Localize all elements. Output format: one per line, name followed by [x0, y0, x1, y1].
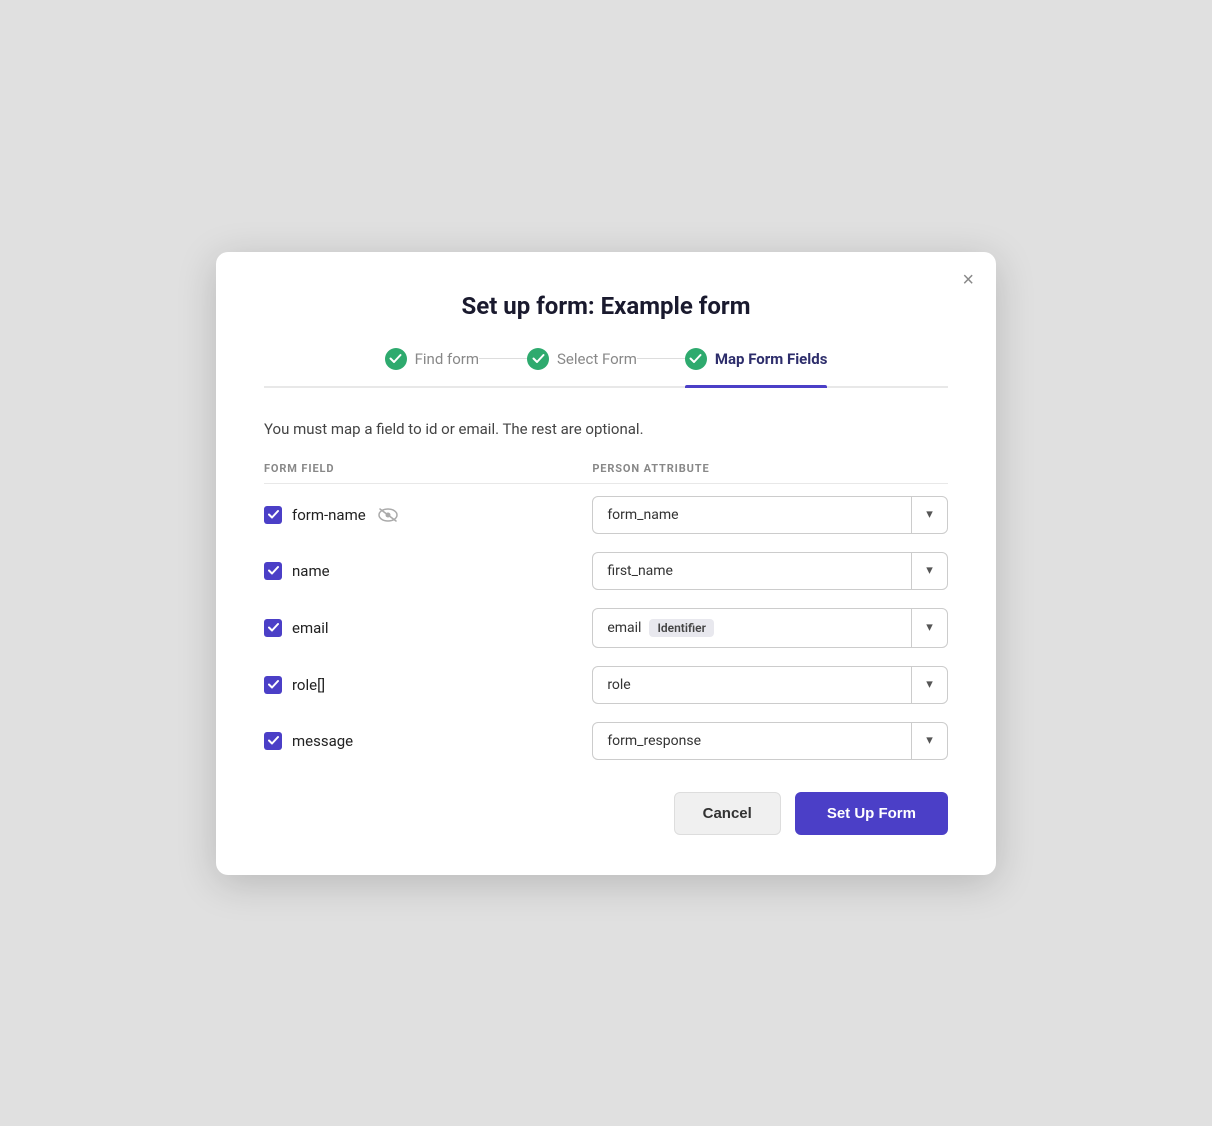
- close-button[interactable]: ×: [962, 270, 974, 290]
- step-map-fields-check: [685, 348, 707, 370]
- field-left-name: name: [264, 562, 592, 580]
- person-attr-header: PERSON ATTRIBUTE: [592, 462, 948, 475]
- step-map-fields-label: Map Form Fields: [715, 350, 828, 368]
- step-find-form-label: Find form: [415, 350, 479, 368]
- step-select-form-label: Select Form: [557, 350, 637, 368]
- checkbox-check-icon: [268, 679, 279, 690]
- steps-nav: Find form Select Form Map Form Fields: [264, 348, 948, 388]
- select-arrow-name[interactable]: ▾: [911, 553, 947, 589]
- description-text: You must map a field to id or email. The…: [264, 420, 948, 438]
- setup-form-button[interactable]: Set Up Form: [795, 792, 948, 835]
- field-left-message: message: [264, 732, 592, 750]
- field-name-name: name: [292, 562, 330, 580]
- select-arrow-email[interactable]: ▾: [911, 609, 947, 647]
- select-name[interactable]: first_name ▾: [592, 552, 948, 590]
- field-row-email: email email Identifier ▾: [264, 608, 948, 648]
- field-right-role: role ▾: [592, 666, 948, 704]
- footer: Cancel Set Up Form: [264, 792, 948, 835]
- select-value-name: first_name: [593, 553, 911, 589]
- field-right-email: email Identifier ▾: [592, 608, 948, 648]
- step-separator-1: [479, 358, 527, 359]
- field-right-message: form_response ▾: [592, 722, 948, 760]
- select-value-email: email Identifier: [593, 609, 911, 647]
- field-name-message: message: [292, 732, 353, 750]
- form-field-header: FORM FIELD: [264, 462, 592, 475]
- field-row-role: role[] role ▾: [264, 666, 948, 704]
- select-value-role: role: [593, 667, 911, 703]
- checkbox-email[interactable]: [264, 619, 282, 637]
- step-map-fields[interactable]: Map Form Fields: [685, 348, 828, 386]
- field-left-form-name: form-name: [264, 506, 592, 524]
- identifier-badge: Identifier: [649, 619, 713, 637]
- checkbox-role[interactable]: [264, 676, 282, 694]
- select-form-name[interactable]: form_name ▾: [592, 496, 948, 534]
- fields-header: FORM FIELD PERSON ATTRIBUTE: [264, 462, 948, 484]
- setup-form-modal: × Set up form: Example form Find form Se…: [216, 252, 996, 875]
- checkbox-check-icon: [268, 509, 279, 520]
- select-arrow-form-name[interactable]: ▾: [911, 497, 947, 533]
- checkmark-icon: [689, 352, 702, 365]
- select-message[interactable]: form_response ▾: [592, 722, 948, 760]
- select-arrow-message[interactable]: ▾: [911, 723, 947, 759]
- checkbox-check-icon: [268, 735, 279, 746]
- select-role[interactable]: role ▾: [592, 666, 948, 704]
- select-arrow-role[interactable]: ▾: [911, 667, 947, 703]
- eye-off-icon[interactable]: [378, 508, 398, 522]
- field-row-form-name: form-name form_name ▾: [264, 496, 948, 534]
- checkbox-check-icon: [268, 622, 279, 633]
- field-row-name: name first_name ▾: [264, 552, 948, 590]
- select-value-form-name: form_name: [593, 497, 911, 533]
- field-name-form-name: form-name: [292, 506, 366, 524]
- step-select-form-check: [527, 348, 549, 370]
- checkmark-icon: [532, 352, 545, 365]
- cancel-button[interactable]: Cancel: [674, 792, 781, 835]
- checkbox-check-icon: [268, 565, 279, 576]
- field-left-role: role[]: [264, 676, 592, 694]
- field-name-role: role[]: [292, 676, 325, 694]
- field-name-email: email: [292, 619, 329, 637]
- field-row-message: message form_response ▾: [264, 722, 948, 760]
- checkbox-message[interactable]: [264, 732, 282, 750]
- step-find-form-check: [385, 348, 407, 370]
- select-email[interactable]: email Identifier ▾: [592, 608, 948, 648]
- field-right-name: first_name ▾: [592, 552, 948, 590]
- field-right-form-name: form_name ▾: [592, 496, 948, 534]
- select-value-message: form_response: [593, 723, 911, 759]
- field-left-email: email: [264, 619, 592, 637]
- step-select-form[interactable]: Select Form: [527, 348, 637, 386]
- checkmark-icon: [389, 352, 402, 365]
- modal-title: Set up form: Example form: [264, 292, 948, 320]
- step-separator-2: [637, 358, 685, 359]
- step-find-form[interactable]: Find form: [385, 348, 479, 386]
- checkbox-name[interactable]: [264, 562, 282, 580]
- checkbox-form-name[interactable]: [264, 506, 282, 524]
